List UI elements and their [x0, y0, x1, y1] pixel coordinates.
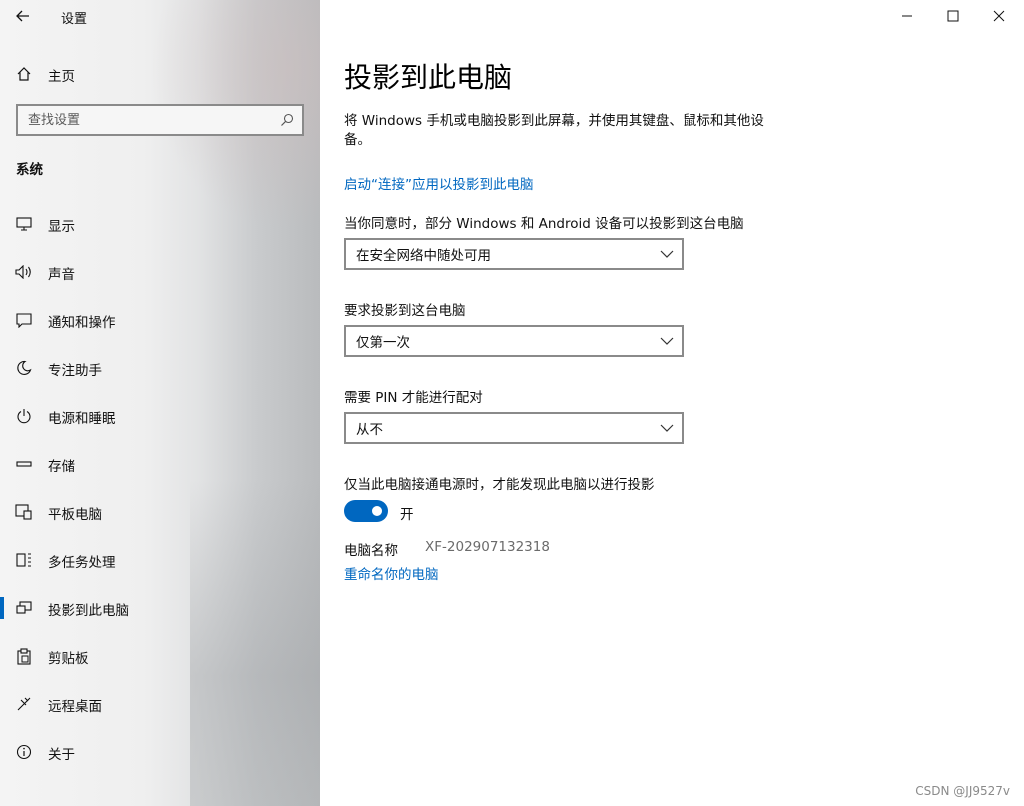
toggle-knob — [372, 506, 382, 516]
home-nav-item[interactable]: 主页 — [0, 58, 320, 90]
sidebar: 设置 主页 系统 显示 声音 — [0, 0, 320, 806]
search-input[interactable] — [18, 106, 268, 134]
chevron-down-icon — [660, 424, 674, 432]
multitask-icon — [14, 550, 34, 570]
pin-label: 需要 PIN 才能进行配对 — [344, 390, 483, 406]
home-label: 主页 — [48, 69, 75, 85]
sidebar-item-sound[interactable]: 声音 — [0, 250, 320, 294]
pin-value: 从不 — [356, 422, 383, 438]
availability-label: 当你同意时，部分 Windows 和 Android 设备可以投影到这台电脑 — [344, 216, 744, 232]
info-icon — [14, 742, 34, 762]
speaker-icon — [14, 262, 34, 282]
sidebar-item-label: 专注助手 — [48, 363, 102, 379]
window-controls — [884, 0, 1024, 32]
maximize-button[interactable] — [930, 0, 976, 32]
close-icon — [993, 10, 1005, 22]
back-button[interactable] — [8, 2, 38, 30]
sidebar-item-power-sleep[interactable]: 电源和睡眠 — [0, 394, 320, 438]
sidebar-item-storage[interactable]: 存储 — [0, 442, 320, 486]
title-bar: 设置 — [0, 0, 320, 32]
sidebar-item-label: 远程桌面 — [48, 699, 102, 715]
sidebar-item-focus-assist[interactable]: 专注助手 — [0, 346, 320, 390]
sidebar-item-label: 显示 — [48, 219, 75, 235]
clipboard-icon — [14, 646, 34, 666]
pc-name-value: XF-202907132318 — [425, 539, 550, 555]
toggle-state-label: 开 — [400, 507, 414, 523]
sidebar-item-multitasking[interactable]: 多任务处理 — [0, 538, 320, 582]
active-indicator — [0, 597, 4, 619]
remote-desktop-icon — [14, 694, 34, 714]
search-icon[interactable] — [280, 113, 294, 127]
minimize-icon — [902, 15, 912, 17]
page-description: 将 Windows 手机或电脑投影到此屏幕，并使用其键盘、鼠标和其他设备。 — [344, 113, 764, 148]
sidebar-item-tablet[interactable]: 平板电脑 — [0, 490, 320, 534]
sidebar-item-about[interactable]: 关于 — [0, 730, 320, 774]
project-icon — [14, 598, 34, 618]
launch-connect-app-link[interactable]: 启动“连接”应用以投影到此电脑 — [344, 173, 534, 193]
search-box[interactable] — [16, 104, 304, 136]
ask-to-project-dropdown[interactable]: 仅第一次 — [344, 325, 684, 357]
storage-icon — [14, 454, 34, 474]
availability-dropdown[interactable]: 在安全网络中随处可用 — [344, 238, 684, 270]
ask-to-project-value: 仅第一次 — [356, 335, 410, 351]
app-title: 设置 — [61, 12, 88, 27]
section-title: 系统 — [16, 162, 43, 178]
moon-icon — [14, 358, 34, 378]
sidebar-item-label: 电源和睡眠 — [48, 411, 116, 427]
sidebar-item-label: 声音 — [48, 267, 75, 283]
pc-name-label: 电脑名称 — [344, 543, 398, 559]
sidebar-item-display[interactable]: 显示 — [0, 202, 320, 246]
sidebar-item-projecting[interactable]: 投影到此电脑 — [0, 586, 320, 630]
chevron-down-icon — [660, 250, 674, 258]
sidebar-item-clipboard[interactable]: 剪贴板 — [0, 634, 320, 678]
sidebar-item-label: 剪贴板 — [48, 651, 89, 667]
sidebar-item-label: 多任务处理 — [48, 555, 116, 571]
sidebar-item-label: 存储 — [48, 459, 75, 475]
power-discovery-toggle[interactable] — [344, 500, 388, 522]
tablet-icon — [14, 502, 34, 522]
sidebar-item-label: 通知和操作 — [48, 315, 116, 331]
notification-icon — [14, 310, 34, 330]
sidebar-item-remote-desktop[interactable]: 远程桌面 — [0, 682, 320, 726]
ask-to-project-label: 要求投影到这台电脑 — [344, 303, 466, 319]
watermark: CSDN @JJ9527v — [915, 784, 1010, 798]
pin-dropdown[interactable]: 从不 — [344, 412, 684, 444]
power-discovery-label: 仅当此电脑接通电源时，才能发现此电脑以进行投影 — [344, 477, 655, 493]
back-arrow-icon — [16, 10, 29, 22]
power-icon — [14, 406, 34, 426]
sidebar-item-label: 关于 — [48, 747, 75, 763]
minimize-button[interactable] — [884, 0, 930, 32]
rename-pc-link[interactable]: 重命名你的电脑 — [344, 563, 439, 583]
close-button[interactable] — [976, 0, 1022, 32]
sidebar-item-notifications[interactable]: 通知和操作 — [0, 298, 320, 342]
page-title: 投影到此电脑 — [344, 61, 513, 94]
home-icon — [14, 64, 34, 84]
monitor-icon — [14, 214, 34, 234]
sidebar-item-label: 平板电脑 — [48, 507, 102, 523]
chevron-down-icon — [660, 337, 674, 345]
availability-value: 在安全网络中随处可用 — [356, 248, 491, 264]
maximize-icon — [947, 10, 959, 22]
sidebar-item-label: 投影到此电脑 — [48, 603, 129, 619]
